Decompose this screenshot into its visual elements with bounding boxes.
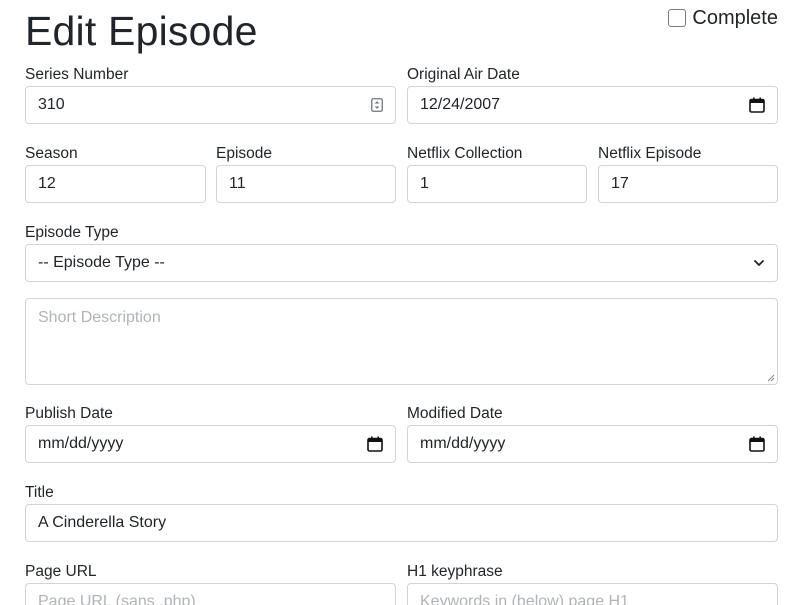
page-url-label: Page URL [25,563,97,580]
episode-input[interactable]: 11 [216,165,396,203]
netflix-episode-field: Netflix Episode 17 [598,144,778,203]
season-input[interactable]: 12 [25,165,206,203]
h1-keyphrase-label: H1 keyphrase [407,563,503,580]
title-input[interactable]: A Cinderella Story [25,504,778,542]
netflix-collection-input[interactable]: 1 [407,165,587,203]
season-label: Season [25,145,78,162]
h1-keyphrase-input[interactable]: Keywords in (below) page H1 [407,583,778,605]
netflix-collection-label: Netflix Collection [407,145,523,162]
publish-date-label: Publish Date [25,405,113,422]
complete-label: Complete [692,7,778,29]
original-air-date-label: Original Air Date [407,66,520,83]
netflix-collection-value: 1 [420,175,429,192]
modified-date-field: Modified Date mm/dd/yyyy [407,404,778,463]
modified-date-input[interactable]: mm/dd/yyyy [407,425,778,463]
modified-date-label: Modified Date [407,405,503,422]
series-number-label: Series Number [25,66,129,83]
title-label: Title [25,484,54,501]
calendar-icon[interactable] [749,97,765,113]
calendar-icon[interactable] [749,436,765,452]
calendar-icon[interactable] [367,436,383,452]
series-number-value: 310 [38,96,65,113]
chevron-down-icon [754,260,764,266]
publish-date-field: Publish Date mm/dd/yyyy [25,404,396,463]
title-field: Title A Cinderella Story [25,483,778,542]
episode-field: Episode 11 [216,144,396,203]
original-air-date-field: Original Air Date 12/24/2007 [407,65,778,124]
original-air-date-input[interactable]: 12/24/2007 [407,86,778,124]
page-url-placeholder: Page URL (sans .php) [38,593,196,605]
short-description-placeholder: Short Description [38,309,161,326]
series-number-field: Series Number 310 [25,65,396,124]
netflix-collection-field: Netflix Collection 1 [407,144,587,203]
episode-value: 11 [229,175,246,192]
episode-label: Episode [216,145,273,162]
season-field: Season 12 [25,144,206,203]
h1-keyphrase-field: H1 keyphrase Keywords in (below) page H1 [407,562,778,605]
page-url-input[interactable]: Page URL (sans .php) [25,583,396,605]
season-value: 12 [38,175,56,192]
episode-type-field: Episode Type -- Episode Type -- [25,223,778,282]
number-stepper-icon[interactable] [371,98,383,112]
resize-handle-icon[interactable] [765,372,775,382]
page-title: Edit Episode [25,8,258,54]
netflix-episode-label: Netflix Episode [598,145,702,162]
edit-episode-form: Edit Episode Complete Series Number 310 … [0,0,800,605]
short-description-textarea[interactable]: Short Description [25,298,778,385]
title-value: A Cinderella Story [38,514,167,531]
publish-date-input[interactable]: mm/dd/yyyy [25,425,396,463]
episode-type-label: Episode Type [25,224,119,241]
series-number-input[interactable]: 310 [25,86,396,124]
complete-checkbox[interactable] [668,9,687,27]
publish-date-value: mm/dd/yyyy [38,435,124,452]
episode-type-select[interactable]: -- Episode Type -- [25,244,778,282]
h1-keyphrase-placeholder: Keywords in (below) page H1 [420,593,629,605]
page-url-field: Page URL Page URL (sans .php) [25,562,396,605]
netflix-episode-value: 17 [611,175,629,192]
netflix-episode-input[interactable]: 17 [598,165,778,203]
complete-toggle[interactable]: Complete [668,7,778,29]
episode-type-value: -- Episode Type -- [38,254,165,271]
original-air-date-value: 12/24/2007 [420,96,501,113]
modified-date-value: mm/dd/yyyy [420,435,506,452]
short-description-field: Short Description [25,297,778,385]
